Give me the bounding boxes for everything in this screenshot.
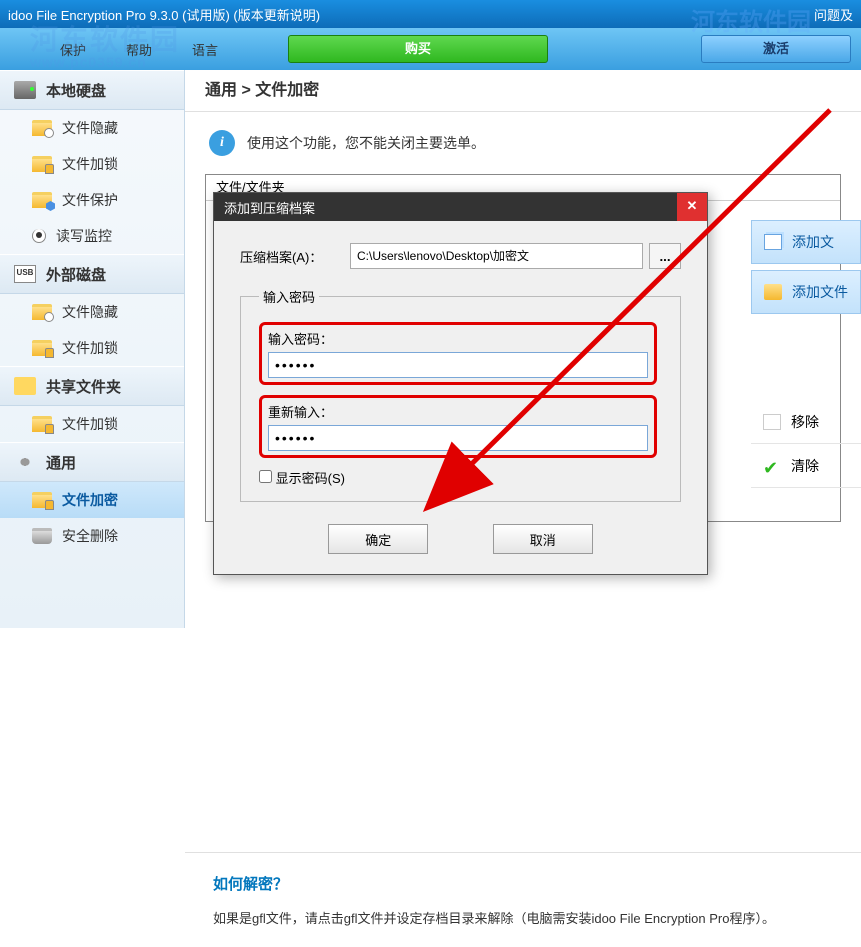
buy-button[interactable]: 购买	[288, 35, 548, 63]
hint-text: 使用这个功能，您不能关闭主要选单。	[247, 133, 485, 153]
sidebar-section-local: 本地硬盘	[0, 70, 184, 110]
folder-shield-icon	[32, 192, 52, 208]
app-title: idoo File Encryption Pro 9.3.0 (试用版) (版本…	[8, 5, 320, 24]
dialog-titlebar: 添加到压缩档案 ✕	[214, 193, 707, 221]
password-legend: 输入密码	[259, 287, 319, 306]
folder-lock-icon	[32, 416, 52, 432]
password-confirm-input[interactable]	[268, 425, 648, 451]
folder-hide-icon	[32, 120, 52, 136]
archive-dialog: 添加到压缩档案 ✕ 压缩档案(A)： C:\Users\lenovo\Deskt…	[213, 192, 708, 575]
add-folder-button[interactable]: 添加文件	[751, 270, 861, 314]
trash-icon	[32, 528, 52, 544]
breadcrumb: 通用 > 文件加密	[185, 70, 861, 112]
archive-label: 压缩档案(A)：	[240, 247, 350, 266]
password-group: 输入密码 输入密码： 重新输入： 显示密码(S)	[240, 287, 681, 502]
action-panel: 添加文 添加文件 移除 ✔清除	[751, 220, 861, 488]
cancel-button[interactable]: 取消	[493, 524, 593, 554]
help-link[interactable]: 问题及	[814, 5, 853, 24]
add-file-button[interactable]: 添加文	[751, 220, 861, 264]
menu-help[interactable]: 帮助	[126, 40, 152, 59]
browse-button[interactable]: ...	[649, 243, 681, 269]
folder-encrypt-icon	[32, 492, 52, 508]
share-folder-icon	[14, 377, 36, 395]
ok-button[interactable]: 确定	[328, 524, 428, 554]
sidebar-section-external: USB外部磁盘	[0, 254, 184, 294]
title-bar: idoo File Encryption Pro 9.3.0 (试用版) (版本…	[0, 0, 861, 28]
info-icon: i	[209, 130, 235, 156]
menu-bar: 保护 帮助 语言 购买 激活	[0, 28, 861, 70]
check-icon: ✔	[763, 458, 781, 474]
activate-button[interactable]: 激活	[701, 35, 851, 63]
hint-bar: i 使用这个功能，您不能关闭主要选单。	[185, 112, 861, 174]
sidebar-item-hide[interactable]: 文件隐藏	[0, 110, 184, 146]
sidebar-item-lock[interactable]: 文件加锁	[0, 146, 184, 182]
sidebar-item-shred[interactable]: 安全删除	[0, 518, 184, 554]
sidebar-item-protect[interactable]: 文件保护	[0, 182, 184, 218]
sidebar-item-ext-hide[interactable]: 文件隐藏	[0, 294, 184, 330]
dialog-title: 添加到压缩档案	[224, 198, 315, 217]
folder-icon	[764, 284, 782, 300]
archive-path-input[interactable]: C:\Users\lenovo\Desktop\加密文	[350, 243, 643, 269]
remove-icon	[763, 414, 781, 430]
remove-button[interactable]: 移除	[751, 400, 861, 444]
sidebar-item-share-lock[interactable]: 文件加锁	[0, 406, 184, 442]
sidebar: 本地硬盘 文件隐藏 文件加锁 文件保护 读写监控 USB外部磁盘 文件隐藏 文件…	[0, 70, 185, 628]
howto-section: 如何解密？ 如果是gfl文件，请点击gfl文件并设定存档目录来解除（电脑需安装i…	[185, 852, 861, 947]
password-input[interactable]	[268, 352, 648, 378]
close-icon[interactable]: ✕	[677, 193, 707, 221]
howto-title: 如何解密？	[213, 873, 833, 894]
gear-icon	[14, 453, 36, 471]
harddisk-icon	[14, 81, 36, 99]
sidebar-section-share: 共享文件夹	[0, 366, 184, 406]
folder-lock-icon	[32, 340, 52, 356]
sidebar-section-common: 通用	[0, 442, 184, 482]
password-label: 输入密码：	[268, 329, 648, 348]
usb-icon: USB	[14, 265, 36, 283]
clear-button[interactable]: ✔清除	[751, 444, 861, 488]
folder-lock-icon	[32, 156, 52, 172]
menu-language[interactable]: 语言	[192, 40, 218, 59]
show-password-checkbox[interactable]	[259, 470, 272, 483]
howto-text: 如果是gfl文件，请点击gfl文件并设定存档目录来解除（电脑需安装idoo Fi…	[213, 908, 833, 927]
show-password-label: 显示密码(S)	[276, 471, 345, 486]
document-icon	[764, 234, 782, 250]
sidebar-item-encrypt[interactable]: 文件加密	[0, 482, 184, 518]
menu-protect[interactable]: 保护	[60, 40, 86, 59]
password-confirm-label: 重新输入：	[268, 402, 648, 421]
sidebar-item-monitor[interactable]: 读写监控	[0, 218, 184, 254]
folder-hide-icon	[32, 304, 52, 320]
monitor-icon	[32, 229, 46, 243]
sidebar-item-ext-lock[interactable]: 文件加锁	[0, 330, 184, 366]
